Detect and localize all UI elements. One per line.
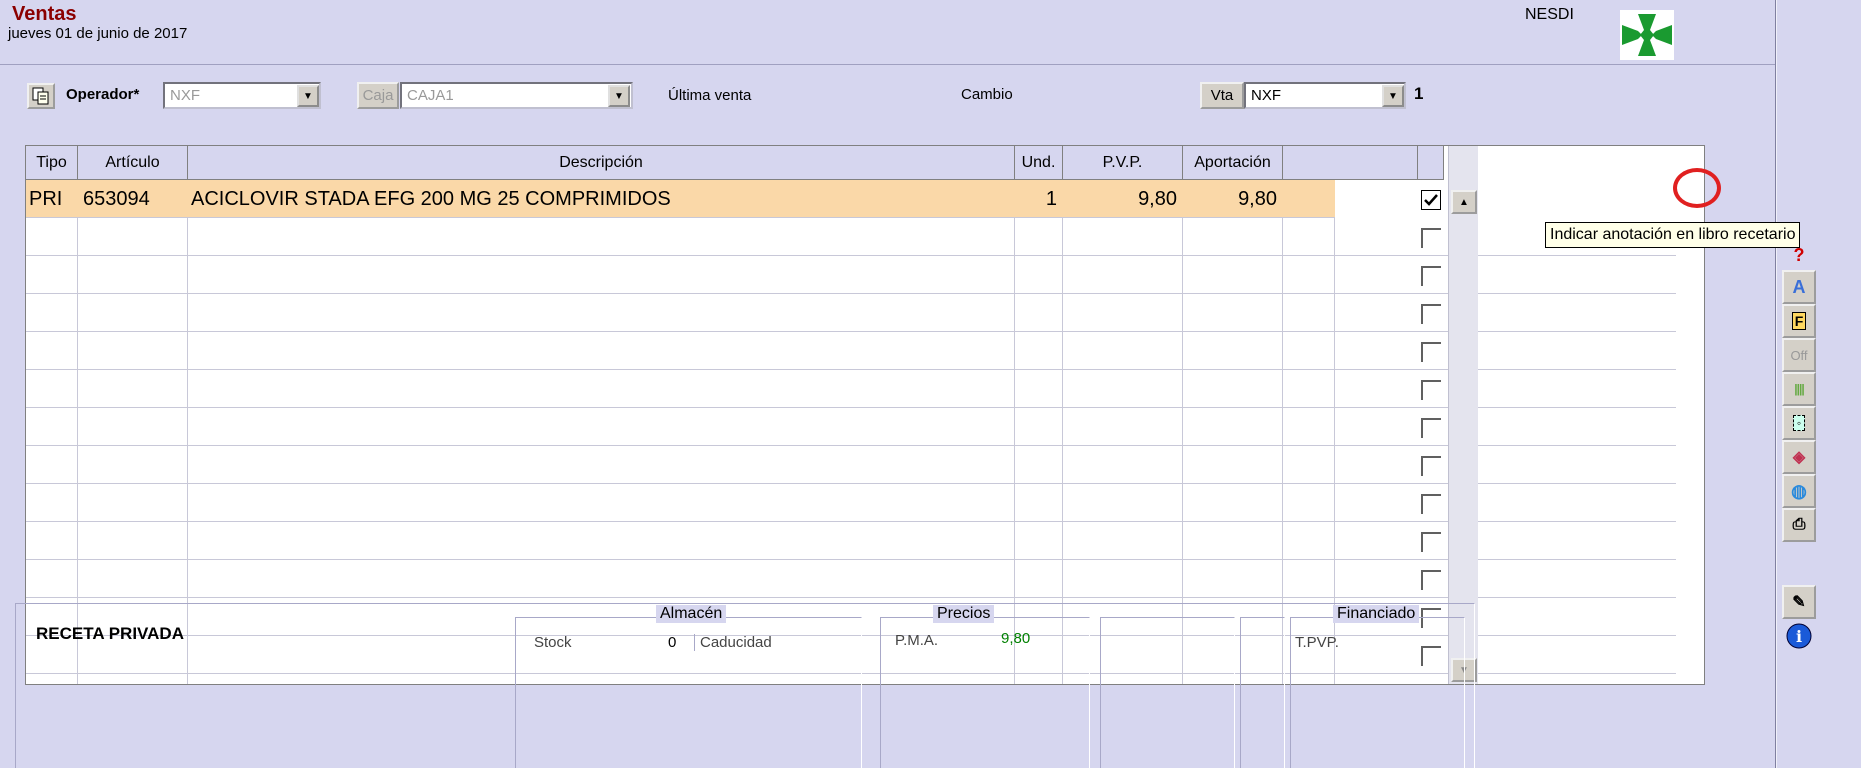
font-button[interactable]: A — [1782, 270, 1816, 304]
vta-button[interactable]: Vta — [1200, 82, 1244, 109]
financiado-title: Financiado — [1333, 605, 1420, 623]
ultima-venta-label: Última venta — [668, 87, 752, 104]
vta-dropdown-button[interactable]: ▼ — [1382, 85, 1404, 107]
barcode-icon: |||| — [1794, 382, 1804, 396]
card-button[interactable]: ◦ — [1782, 406, 1816, 440]
recetario-checkbox[interactable] — [1421, 380, 1441, 400]
tools-button[interactable]: ✎ — [1782, 585, 1816, 619]
cell-tipo: PRI — [29, 187, 63, 210]
barcode-button[interactable]: |||| — [1782, 372, 1816, 406]
recetario-checkbox[interactable] — [1421, 266, 1441, 286]
globe-icon: ◍ — [1791, 480, 1807, 501]
vta-count: 1 — [1414, 84, 1424, 103]
precios-panel: Precios P.M.A. 9,80 — [880, 605, 1090, 768]
user-label: NESDI — [1525, 6, 1574, 23]
col-extra[interactable] — [1283, 146, 1418, 180]
date-label: jueves 01 de junio de 2017 — [8, 25, 188, 42]
right-toolbar-border — [1775, 0, 1777, 768]
info-icon: i — [1786, 623, 1812, 649]
vta-label: Vta — [1210, 87, 1234, 104]
recetario-checkbox-checked[interactable] — [1421, 190, 1441, 210]
cell-aportacion: 9,80 — [1238, 187, 1277, 210]
cell-und: 1 — [1045, 187, 1057, 210]
cell-articulo: 653094 — [83, 187, 150, 210]
tooltip: Indicar anotación en libro recetario — [1545, 222, 1801, 248]
off-button[interactable]: Off — [1782, 338, 1816, 372]
col-check[interactable] — [1418, 146, 1444, 180]
cell-edit[interactable] — [1335, 180, 1418, 218]
blank-panel-small — [1240, 617, 1285, 768]
caja-value: CAJA1 — [407, 87, 454, 104]
blank-panel — [1100, 617, 1235, 768]
chevron-down-icon: ▼ — [614, 90, 624, 102]
almacen-panel: Almacén Stock 0 Caducidad — [515, 605, 862, 768]
vta-value: NXF — [1251, 87, 1281, 104]
f-button[interactable]: F — [1782, 304, 1816, 338]
tools-icon: ✎ — [1792, 594, 1806, 611]
caja-select[interactable]: CAJA1 — [400, 82, 633, 109]
stock-label: Stock — [534, 634, 572, 651]
pma-label: P.M.A. — [895, 632, 939, 649]
f-icon: F — [1791, 312, 1807, 330]
recetario-checkbox[interactable] — [1421, 532, 1441, 552]
pill-icon: ◈ — [1792, 449, 1806, 466]
printer-button[interactable]: ⎙ — [1782, 508, 1816, 542]
caducidad-label: Caducidad — [694, 634, 772, 651]
card-icon: ◦ — [1792, 415, 1806, 431]
cell-pvp: 9,80 — [1138, 187, 1177, 210]
recetario-checkbox[interactable] — [1421, 494, 1441, 514]
operador-value: NXF — [170, 87, 200, 104]
caja-dropdown-button[interactable]: ▼ — [608, 85, 630, 107]
recetario-checkbox[interactable] — [1421, 418, 1441, 438]
receta-label: RECETA PRIVADA — [36, 624, 184, 643]
col-articulo[interactable]: Artículo — [78, 146, 188, 180]
highlight-ring — [1673, 168, 1721, 208]
caja-label: Caja — [362, 87, 394, 104]
font-icon: A — [1792, 276, 1806, 297]
copy-icon — [32, 87, 49, 105]
col-und[interactable]: Und. — [1015, 146, 1063, 180]
precios-title: Precios — [933, 605, 995, 623]
recetario-checkbox[interactable] — [1421, 456, 1441, 476]
caja-button[interactable]: Caja — [357, 82, 399, 109]
recetario-checkbox[interactable] — [1421, 228, 1441, 248]
recetario-checkbox[interactable] — [1421, 570, 1441, 590]
header-divider — [0, 64, 1775, 65]
chevron-up-icon: ▲ — [1459, 196, 1469, 208]
scroll-up-button[interactable]: ▲ — [1451, 190, 1477, 214]
pharmacy-logo — [1620, 10, 1674, 60]
off-icon: Off — [1790, 347, 1808, 363]
col-pvp[interactable]: P.V.P. — [1063, 146, 1183, 180]
col-tipo[interactable]: Tipo — [26, 146, 78, 180]
copy-button[interactable] — [27, 83, 55, 109]
page-title: Ventas — [12, 3, 77, 25]
col-descripcion[interactable]: Descripción — [188, 146, 1015, 180]
printer-icon: ⎙ — [1792, 516, 1806, 533]
operador-label: Operador* — [66, 86, 140, 103]
tpvp-label: T.PVP. — [1295, 634, 1339, 651]
stock-value: 0 — [668, 634, 677, 651]
recetario-checkbox[interactable] — [1421, 304, 1441, 324]
cell-descripcion: ACICLOVIR STADA EFG 200 MG 25 COMPRIMIDO… — [191, 187, 671, 210]
svg-text:i: i — [1796, 627, 1802, 646]
question-icon: ? — [1793, 244, 1805, 265]
help-button[interactable]: ? — [1782, 238, 1816, 272]
pill-button[interactable]: ◈ — [1782, 440, 1816, 474]
cambio-label: Cambio — [961, 86, 1013, 103]
globe-button[interactable]: ◍ — [1782, 474, 1816, 508]
operador-dropdown-button[interactable]: ▼ — [297, 85, 319, 107]
recetario-checkbox[interactable] — [1421, 342, 1441, 362]
checkmark-icon — [1424, 194, 1438, 206]
almacen-title: Almacén — [656, 605, 727, 623]
financiado-panel: Financiado T.PVP. — [1290, 605, 1465, 768]
pma-value: 9,80 — [1001, 630, 1031, 647]
col-aportacion[interactable]: Aportación — [1183, 146, 1283, 180]
chevron-down-icon: ▼ — [303, 90, 313, 102]
chevron-down-icon: ▼ — [1388, 90, 1398, 102]
info-button[interactable]: i — [1782, 619, 1816, 653]
table-row[interactable]: PRI 653094 ACICLOVIR STADA EFG 200 MG 25… — [26, 180, 1335, 218]
